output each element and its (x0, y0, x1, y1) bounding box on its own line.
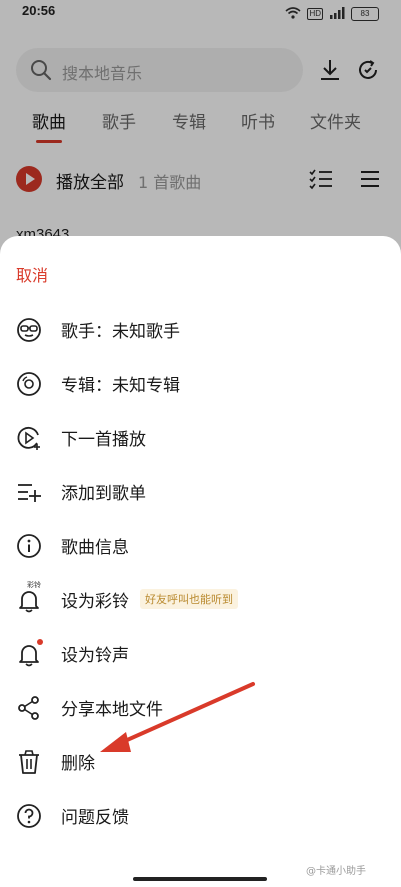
share-icon (16, 695, 42, 721)
menu-item-share[interactable]: 分享本地文件 (0, 680, 401, 734)
ringback-hint-badge: 好友呼叫也能听到 (140, 589, 238, 609)
menu-item-play-next[interactable]: 下一首播放 (0, 410, 401, 464)
watermark: @卡通小助手 (306, 866, 366, 877)
trash-icon (16, 749, 42, 775)
screen: 20:56 HD 83 搜本地音乐 歌曲 歌手 专辑 听书 文件夹 播放全部 1… (0, 0, 401, 887)
menu-item-label: 专辑：未知专辑 (61, 376, 180, 396)
menu-item-set-ringtone[interactable]: 设为铃声 (0, 626, 401, 680)
menu-item-label: 设为铃声 (61, 646, 129, 666)
menu-item-album[interactable]: 专辑：未知专辑 (0, 356, 401, 410)
menu-item-label: 分享本地文件 (61, 700, 163, 720)
menu-item-label: 问题反馈 (61, 808, 129, 828)
menu-item-delete[interactable]: 删除 (0, 734, 401, 788)
singer-icon (16, 317, 42, 343)
menu-item-set-ringback[interactable]: 彩铃 设为彩铃 好友呼叫也能听到 (0, 572, 401, 626)
menu-item-add-to-playlist[interactable]: 添加到歌单 (0, 464, 401, 518)
album-icon (16, 371, 42, 397)
menu-item-label: 歌曲信息 (61, 538, 129, 558)
info-icon (16, 533, 42, 559)
menu-item-singer[interactable]: 歌手：未知歌手 (0, 302, 401, 356)
menu-item-feedback[interactable]: 问题反馈 (0, 788, 401, 842)
ringtone-bell-icon (16, 641, 42, 667)
home-indicator[interactable] (133, 877, 267, 881)
menu-item-label: 设为彩铃 (61, 592, 129, 612)
help-icon (16, 803, 42, 829)
menu-item-label: 下一首播放 (61, 430, 146, 450)
menu-item-label: 歌手：未知歌手 (61, 322, 180, 342)
song-action-sheet: 取消 歌手：未知歌手 专辑：未知专辑 下一首播放 添加到歌单 歌曲信息 彩铃 设… (0, 236, 401, 887)
menu-item-song-info[interactable]: 歌曲信息 (0, 518, 401, 572)
ringback-tag: 彩铃 (27, 581, 41, 589)
cancel-button[interactable]: 取消 (16, 262, 48, 286)
menu-item-label: 添加到歌单 (61, 484, 146, 504)
menu-item-label: 删除 (61, 754, 95, 774)
add-to-playlist-icon (16, 479, 42, 505)
ringback-bell-icon (16, 587, 42, 613)
new-dot-badge (37, 639, 43, 645)
play-next-icon (16, 425, 42, 451)
